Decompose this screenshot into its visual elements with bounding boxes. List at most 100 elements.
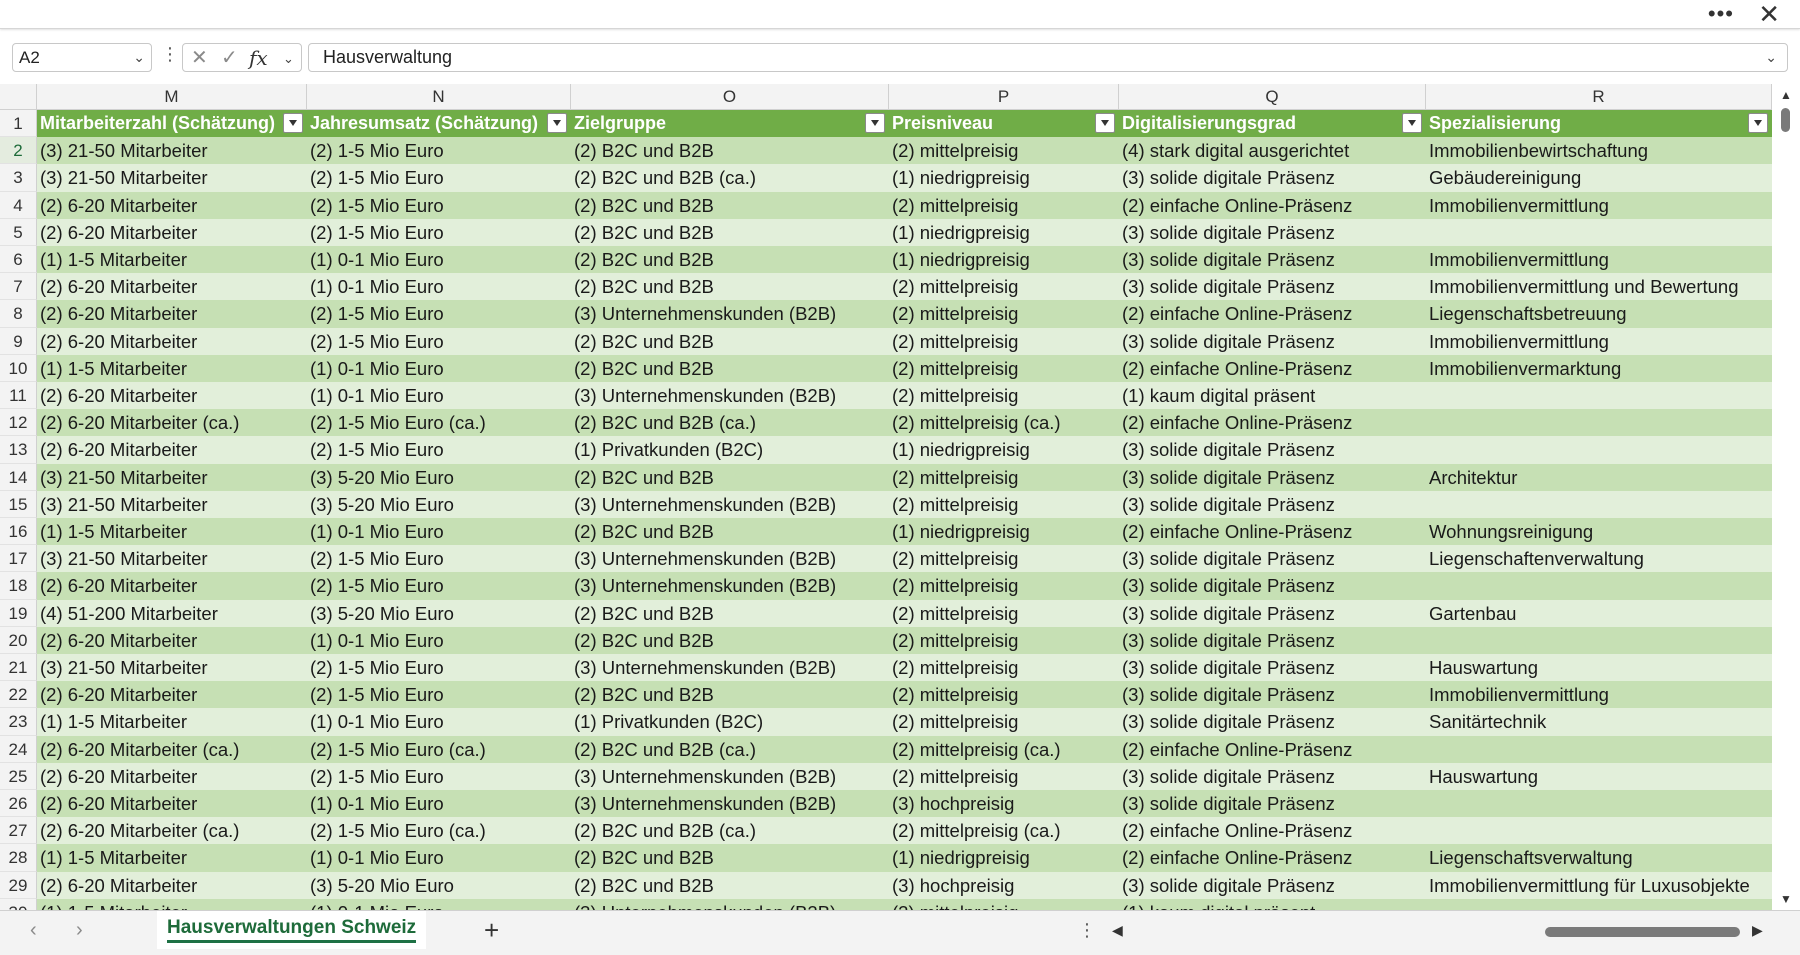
header-cell[interactable]: Digitalisierungsgrad bbox=[1119, 110, 1426, 137]
data-cell[interactable]: (2) 6-20 Mitarbeiter (ca.) bbox=[37, 817, 307, 844]
row-number[interactable]: 6 bbox=[0, 246, 37, 274]
row-number[interactable]: 15 bbox=[0, 490, 37, 518]
formula-input[interactable]: Hausverwaltung ⌄ bbox=[308, 43, 1788, 72]
data-cell[interactable]: (2) 6-20 Mitarbeiter bbox=[37, 790, 307, 817]
scroll-down-icon[interactable]: ▼ bbox=[1780, 892, 1792, 906]
column-header-o[interactable]: O bbox=[571, 84, 889, 110]
data-cell[interactable] bbox=[1426, 382, 1772, 409]
data-cell[interactable]: (2) mittelpreisig (ca.) bbox=[889, 817, 1119, 844]
chevron-down-icon[interactable]: ⌄ bbox=[283, 46, 294, 72]
header-cell[interactable]: Jahresumsatz (Schätzung) bbox=[307, 110, 571, 137]
vertical-scroll-thumb[interactable] bbox=[1781, 108, 1790, 132]
data-cell[interactable]: (2) mittelpreisig bbox=[889, 382, 1119, 409]
data-cell[interactable]: (2) mittelpreisig bbox=[889, 300, 1119, 327]
data-cell[interactable]: (3) Unternehmenskunden (B2B) bbox=[571, 899, 889, 910]
data-cell[interactable]: (2) 6-20 Mitarbeiter bbox=[37, 328, 307, 355]
filter-dropdown-icon[interactable] bbox=[283, 113, 303, 133]
column-header-n[interactable]: N bbox=[307, 84, 571, 110]
row-number[interactable]: 11 bbox=[0, 382, 37, 410]
data-cell[interactable]: (2) 1-5 Mio Euro (ca.) bbox=[307, 409, 571, 436]
row-number[interactable]: 1 bbox=[0, 110, 37, 138]
data-cell[interactable]: (2) einfache Online-Präsenz bbox=[1119, 300, 1426, 327]
data-cell[interactable]: (2) mittelpreisig (ca.) bbox=[889, 736, 1119, 763]
data-cell[interactable]: (2) B2C und B2B bbox=[571, 219, 889, 246]
data-cell[interactable]: (2) 1-5 Mio Euro (ca.) bbox=[307, 736, 571, 763]
data-cell[interactable]: (1) kaum digital präsent bbox=[1119, 899, 1426, 910]
data-cell[interactable]: (3) solide digitale Präsenz bbox=[1119, 246, 1426, 273]
data-cell[interactable]: (3) solide digitale Präsenz bbox=[1119, 600, 1426, 627]
data-cell[interactable]: (3) solide digitale Präsenz bbox=[1119, 219, 1426, 246]
row-number[interactable]: 22 bbox=[0, 681, 37, 709]
data-cell[interactable]: (2) B2C und B2B bbox=[571, 464, 889, 491]
data-cell[interactable]: (3) solide digitale Präsenz bbox=[1119, 790, 1426, 817]
column-header-q[interactable]: Q bbox=[1119, 84, 1426, 110]
row-number[interactable]: 5 bbox=[0, 218, 37, 246]
data-cell[interactable]: Liegenschaftenverwaltung bbox=[1426, 545, 1772, 572]
data-cell[interactable]: (2) mittelpreisig bbox=[889, 545, 1119, 572]
data-cell[interactable]: Wohnungsreinigung bbox=[1426, 518, 1772, 545]
data-cell[interactable]: (2) mittelpreisig (ca.) bbox=[889, 409, 1119, 436]
data-cell[interactable]: (1) 0-1 Mio Euro bbox=[307, 355, 571, 382]
data-cell[interactable]: (3) 5-20 Mio Euro bbox=[307, 600, 571, 627]
data-cell[interactable]: (2) 6-20 Mitarbeiter bbox=[37, 872, 307, 899]
data-cell[interactable]: Architektur bbox=[1426, 464, 1772, 491]
data-cell[interactable]: (2) B2C und B2B (ca.) bbox=[571, 409, 889, 436]
data-cell[interactable] bbox=[1426, 627, 1772, 654]
data-cell[interactable]: Immobilienvermittlung bbox=[1426, 246, 1772, 273]
data-cell[interactable]: (2) 1-5 Mio Euro (ca.) bbox=[307, 817, 571, 844]
data-cell[interactable]: (2) mittelpreisig bbox=[889, 600, 1119, 627]
header-cell[interactable]: Zielgruppe bbox=[571, 110, 889, 137]
data-cell[interactable]: (2) 1-5 Mio Euro bbox=[307, 681, 571, 708]
row-number[interactable]: 25 bbox=[0, 762, 37, 790]
data-cell[interactable]: (2) mittelpreisig bbox=[889, 763, 1119, 790]
header-cell[interactable]: Spezialisierung bbox=[1426, 110, 1772, 137]
data-cell[interactable]: Gartenbau bbox=[1426, 600, 1772, 627]
data-cell[interactable]: (1) niedrigpreisig bbox=[889, 844, 1119, 871]
data-cell[interactable]: (2) B2C und B2B bbox=[571, 627, 889, 654]
data-cell[interactable]: (3) solide digitale Präsenz bbox=[1119, 464, 1426, 491]
data-cell[interactable]: (3) Unternehmenskunden (B2B) bbox=[571, 300, 889, 327]
data-cell[interactable] bbox=[1426, 736, 1772, 763]
data-cell[interactable]: (2) mittelpreisig bbox=[889, 137, 1119, 164]
data-cell[interactable]: (2) B2C und B2B bbox=[571, 600, 889, 627]
data-cell[interactable]: (1) Privatkunden (B2C) bbox=[571, 708, 889, 735]
data-cell[interactable]: (2) 6-20 Mitarbeiter (ca.) bbox=[37, 736, 307, 763]
data-cell[interactable]: Liegenschaftsbetreuung bbox=[1426, 300, 1772, 327]
data-cell[interactable] bbox=[1426, 817, 1772, 844]
row-number[interactable]: 2 bbox=[0, 137, 37, 165]
data-cell[interactable]: (3) Unternehmenskunden (B2B) bbox=[571, 790, 889, 817]
data-cell[interactable]: (2) mittelpreisig bbox=[889, 328, 1119, 355]
confirm-icon[interactable]: ✓ bbox=[221, 45, 238, 71]
data-cell[interactable]: Sanitärtechnik bbox=[1426, 708, 1772, 735]
filter-dropdown-icon[interactable] bbox=[1095, 113, 1115, 133]
row-number[interactable]: 8 bbox=[0, 300, 37, 328]
data-cell[interactable]: (2) einfache Online-Präsenz bbox=[1119, 817, 1426, 844]
data-cell[interactable]: (2) B2C und B2B bbox=[571, 273, 889, 300]
data-cell[interactable]: (3) Unternehmenskunden (B2B) bbox=[571, 654, 889, 681]
data-cell[interactable]: (2) 1-5 Mio Euro bbox=[307, 300, 571, 327]
data-cell[interactable]: (1) 1-5 Mitarbeiter bbox=[37, 708, 307, 735]
row-number[interactable]: 18 bbox=[0, 572, 37, 600]
data-cell[interactable]: (2) B2C und B2B bbox=[571, 355, 889, 382]
row-number[interactable]: 20 bbox=[0, 626, 37, 654]
data-cell[interactable]: (2) 6-20 Mitarbeiter bbox=[37, 572, 307, 599]
sheet-tab-active[interactable]: Hausverwaltungen Schweiz bbox=[157, 911, 427, 949]
data-cell[interactable]: (2) B2C und B2B bbox=[571, 844, 889, 871]
data-cell[interactable]: (2) 1-5 Mio Euro bbox=[307, 328, 571, 355]
row-number[interactable]: 24 bbox=[0, 735, 37, 763]
chevron-down-icon[interactable]: ⌄ bbox=[133, 44, 145, 71]
scroll-up-icon[interactable]: ▲ bbox=[1780, 88, 1792, 102]
data-cell[interactable]: (1) 0-1 Mio Euro bbox=[307, 844, 571, 871]
data-cell[interactable]: (2) 6-20 Mitarbeiter bbox=[37, 382, 307, 409]
row-number[interactable]: 13 bbox=[0, 436, 37, 464]
data-cell[interactable]: (3) solide digitale Präsenz bbox=[1119, 436, 1426, 463]
filter-dropdown-icon[interactable] bbox=[547, 113, 567, 133]
data-cell[interactable]: (2) einfache Online-Präsenz bbox=[1119, 355, 1426, 382]
close-icon[interactable]: ✕ bbox=[1758, 0, 1780, 28]
row-number[interactable]: 9 bbox=[0, 327, 37, 355]
data-cell[interactable]: (3) solide digitale Präsenz bbox=[1119, 572, 1426, 599]
data-cell[interactable]: (2) 6-20 Mitarbeiter bbox=[37, 273, 307, 300]
data-cell[interactable] bbox=[1426, 219, 1772, 246]
row-number[interactable]: 30 bbox=[0, 898, 37, 910]
insert-function-icon[interactable]: fx bbox=[249, 45, 268, 71]
